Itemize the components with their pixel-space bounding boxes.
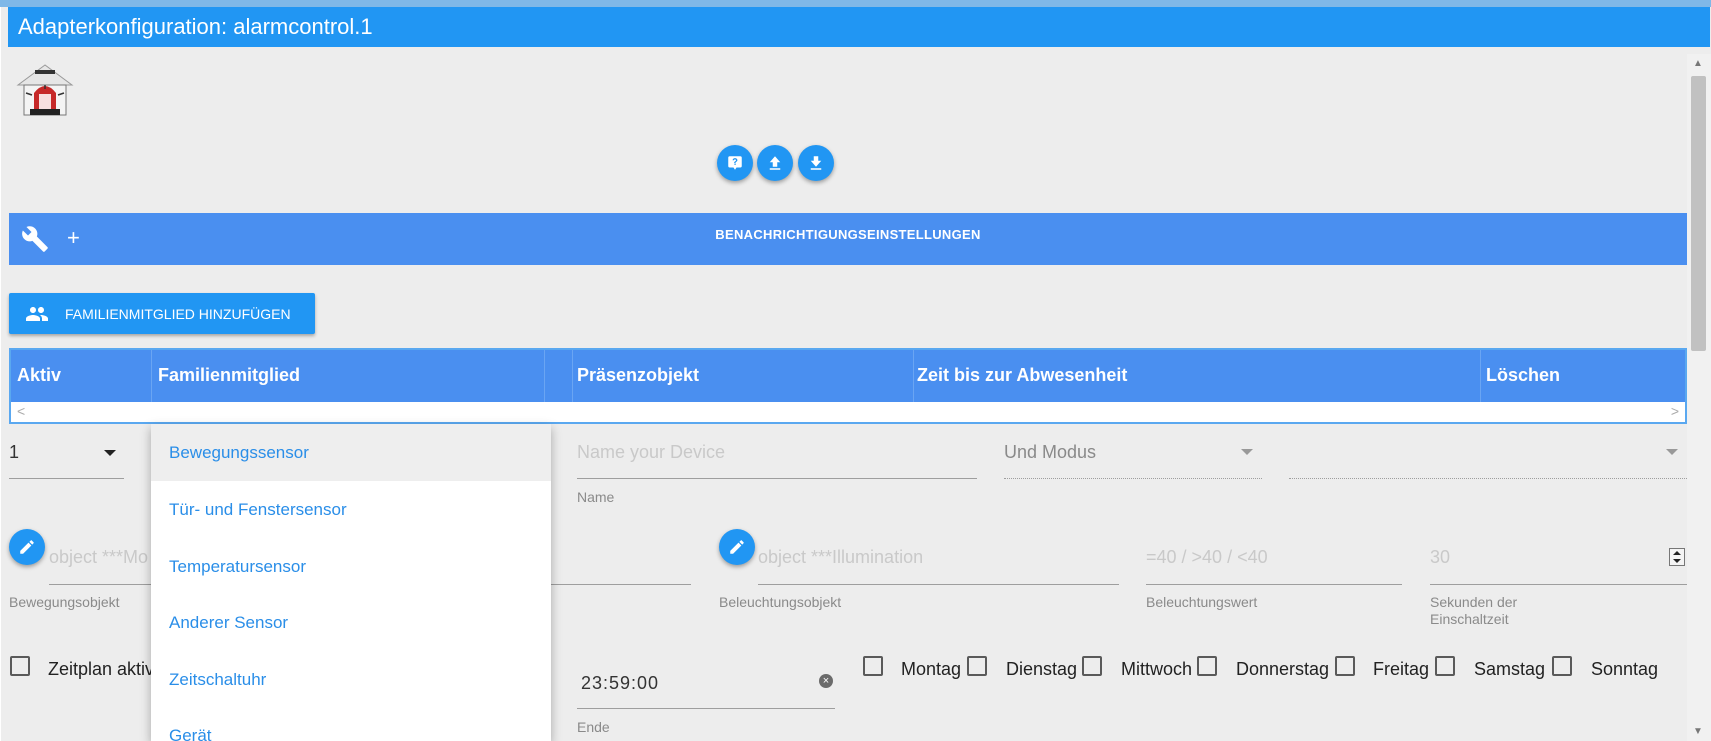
menu-item-bewegungssensor[interactable]: Bewegungssensor (151, 424, 551, 481)
edit-illumination-object-button[interactable] (719, 529, 755, 565)
chevron-down-icon[interactable] (1241, 449, 1253, 455)
day-label-donnerstag: Donnerstag (1236, 659, 1330, 679)
mode-select[interactable]: Und Modus (1004, 442, 1096, 463)
end-time-input[interactable]: 23:59:00 (581, 673, 659, 694)
seconds-input[interactable]: 30 (1430, 547, 1450, 568)
day-label-freitag: Freitag (1373, 659, 1430, 679)
day-checkbox-montag[interactable] (863, 656, 883, 676)
column-divider (151, 350, 152, 402)
sensor-type-dropdown-menu: Bewegungssensor Tür- und Fenstersensor T… (151, 424, 551, 741)
pencil-icon (20, 540, 34, 554)
edit-motion-object-button[interactable] (9, 529, 45, 565)
column-header-zeit-bis-abwesenheit: Zeit bis zur Abwesenheit (917, 365, 1128, 385)
device-name-label: Name (577, 489, 615, 505)
menu-item-tuer-fenstersensor[interactable]: Tür- und Fenstersensor (151, 481, 551, 538)
column-header-praesenzobjekt: Präsenzobjekt (577, 365, 700, 385)
notification-settings-bar[interactable]: + BENACHRICHTIGUNGSEINSTELLUNGEN (9, 213, 1687, 265)
window-title: Adapterkonfiguration: alarmcontrol.1 (8, 7, 1710, 47)
scrollbar-thumb[interactable] (1691, 76, 1706, 351)
scroll-down-icon[interactable]: ▼ (1693, 726, 1703, 737)
download-icon (810, 156, 822, 170)
scroll-right-icon[interactable]: > (1671, 403, 1679, 419)
input-underline (1146, 584, 1402, 585)
motion-object-input[interactable]: object ***Mo (49, 547, 148, 568)
day-checkbox-sonntag[interactable] (1552, 656, 1572, 676)
day-label-samstag: Samstag (1474, 659, 1546, 679)
download-button[interactable] (798, 145, 834, 181)
row-number-select[interactable]: 1 (9, 442, 19, 463)
table-header: Aktiv Familienmitglied Präsenzobjekt Zei… (11, 350, 1685, 402)
top-accent-strip (0, 0, 1711, 7)
input-underline (758, 584, 1119, 585)
select-underline (1004, 478, 1262, 479)
add-family-member-button[interactable]: FAMILIENMITGLIED HINZUFÜGEN (9, 293, 315, 334)
help-icon (728, 156, 742, 170)
motion-object-label: Bewegungsobjekt (9, 594, 120, 610)
select-underline (1289, 478, 1687, 479)
clear-icon[interactable]: × (819, 674, 833, 688)
column-divider (1480, 350, 1481, 402)
scroll-up-icon[interactable]: ▲ (1693, 58, 1703, 69)
day-checkbox-freitag[interactable] (1335, 656, 1355, 676)
seconds-label-line2: Einschaltzeit (1430, 611, 1509, 627)
day-label-dienstag: Dienstag (1006, 659, 1078, 679)
scroll-left-icon[interactable]: < (17, 403, 25, 419)
select-underline (9, 478, 124, 479)
day-label-montag: Montag (901, 659, 962, 679)
menu-item-zeitschaltuhr[interactable]: Zeitschaltuhr (151, 651, 551, 708)
device-name-input[interactable]: Name your Device (577, 442, 725, 463)
menu-item-anderer-sensor[interactable]: Anderer Sensor (151, 594, 551, 651)
help-button[interactable] (717, 145, 753, 181)
day-label-sonntag: Sonntag (1591, 659, 1659, 679)
menu-item-geraet[interactable]: Gerät (151, 707, 551, 741)
seconds-label-line1: Sekunden der (1430, 594, 1518, 610)
column-header-loeschen: Löschen (1486, 365, 1561, 385)
upload-icon (769, 156, 781, 170)
chevron-down-icon[interactable] (104, 450, 116, 456)
menu-item-temperatursensor[interactable]: Temperatursensor (151, 538, 551, 595)
input-underline (577, 708, 835, 709)
column-divider (544, 350, 545, 402)
column-divider (913, 350, 914, 402)
column-divider (572, 350, 573, 402)
chevron-down-icon[interactable] (1666, 449, 1678, 455)
end-time-label: Ende (577, 719, 610, 735)
column-header-familienmitglied: Familienmitglied (158, 365, 301, 385)
notification-settings-title: BENACHRICHTIGUNGSEINSTELLUNGEN (715, 227, 981, 242)
illumination-value-label: Beleuchtungswert (1146, 594, 1258, 610)
seconds-stepper[interactable] (1669, 548, 1685, 566)
day-label-mittwoch: Mittwoch (1121, 659, 1193, 679)
day-checkbox-samstag[interactable] (1435, 656, 1455, 676)
people-icon (26, 306, 48, 321)
day-checkbox-mittwoch[interactable] (1082, 656, 1102, 676)
family-table: Aktiv Familienmitglied Präsenzobjekt Zei… (9, 348, 1687, 424)
alarm-logo-icon (16, 64, 74, 116)
pencil-icon (730, 540, 744, 554)
schedule-active-checkbox[interactable] (10, 656, 30, 676)
horizontal-scrollbar[interactable]: < > (11, 402, 1685, 422)
input-underline (577, 478, 977, 479)
add-family-member-label: FAMILIENMITGLIED HINZUFÜGEN (65, 305, 291, 322)
illumination-value-input[interactable]: =40 / >40 / <40 (1146, 547, 1268, 568)
upload-button[interactable] (757, 145, 793, 181)
day-checkbox-donnerstag[interactable] (1197, 656, 1217, 676)
column-header-aktiv: Aktiv (17, 365, 62, 385)
schedule-active-label: Zeitplan aktiv (48, 659, 155, 679)
illumination-object-label: Beleuchtungsobjekt (719, 594, 842, 610)
input-underline (1430, 584, 1687, 585)
illumination-object-input[interactable]: object ***Illumination (758, 547, 923, 568)
vertical-scrollbar[interactable]: ▲ ▼ (1687, 54, 1711, 741)
day-checkbox-dienstag[interactable] (967, 656, 987, 676)
